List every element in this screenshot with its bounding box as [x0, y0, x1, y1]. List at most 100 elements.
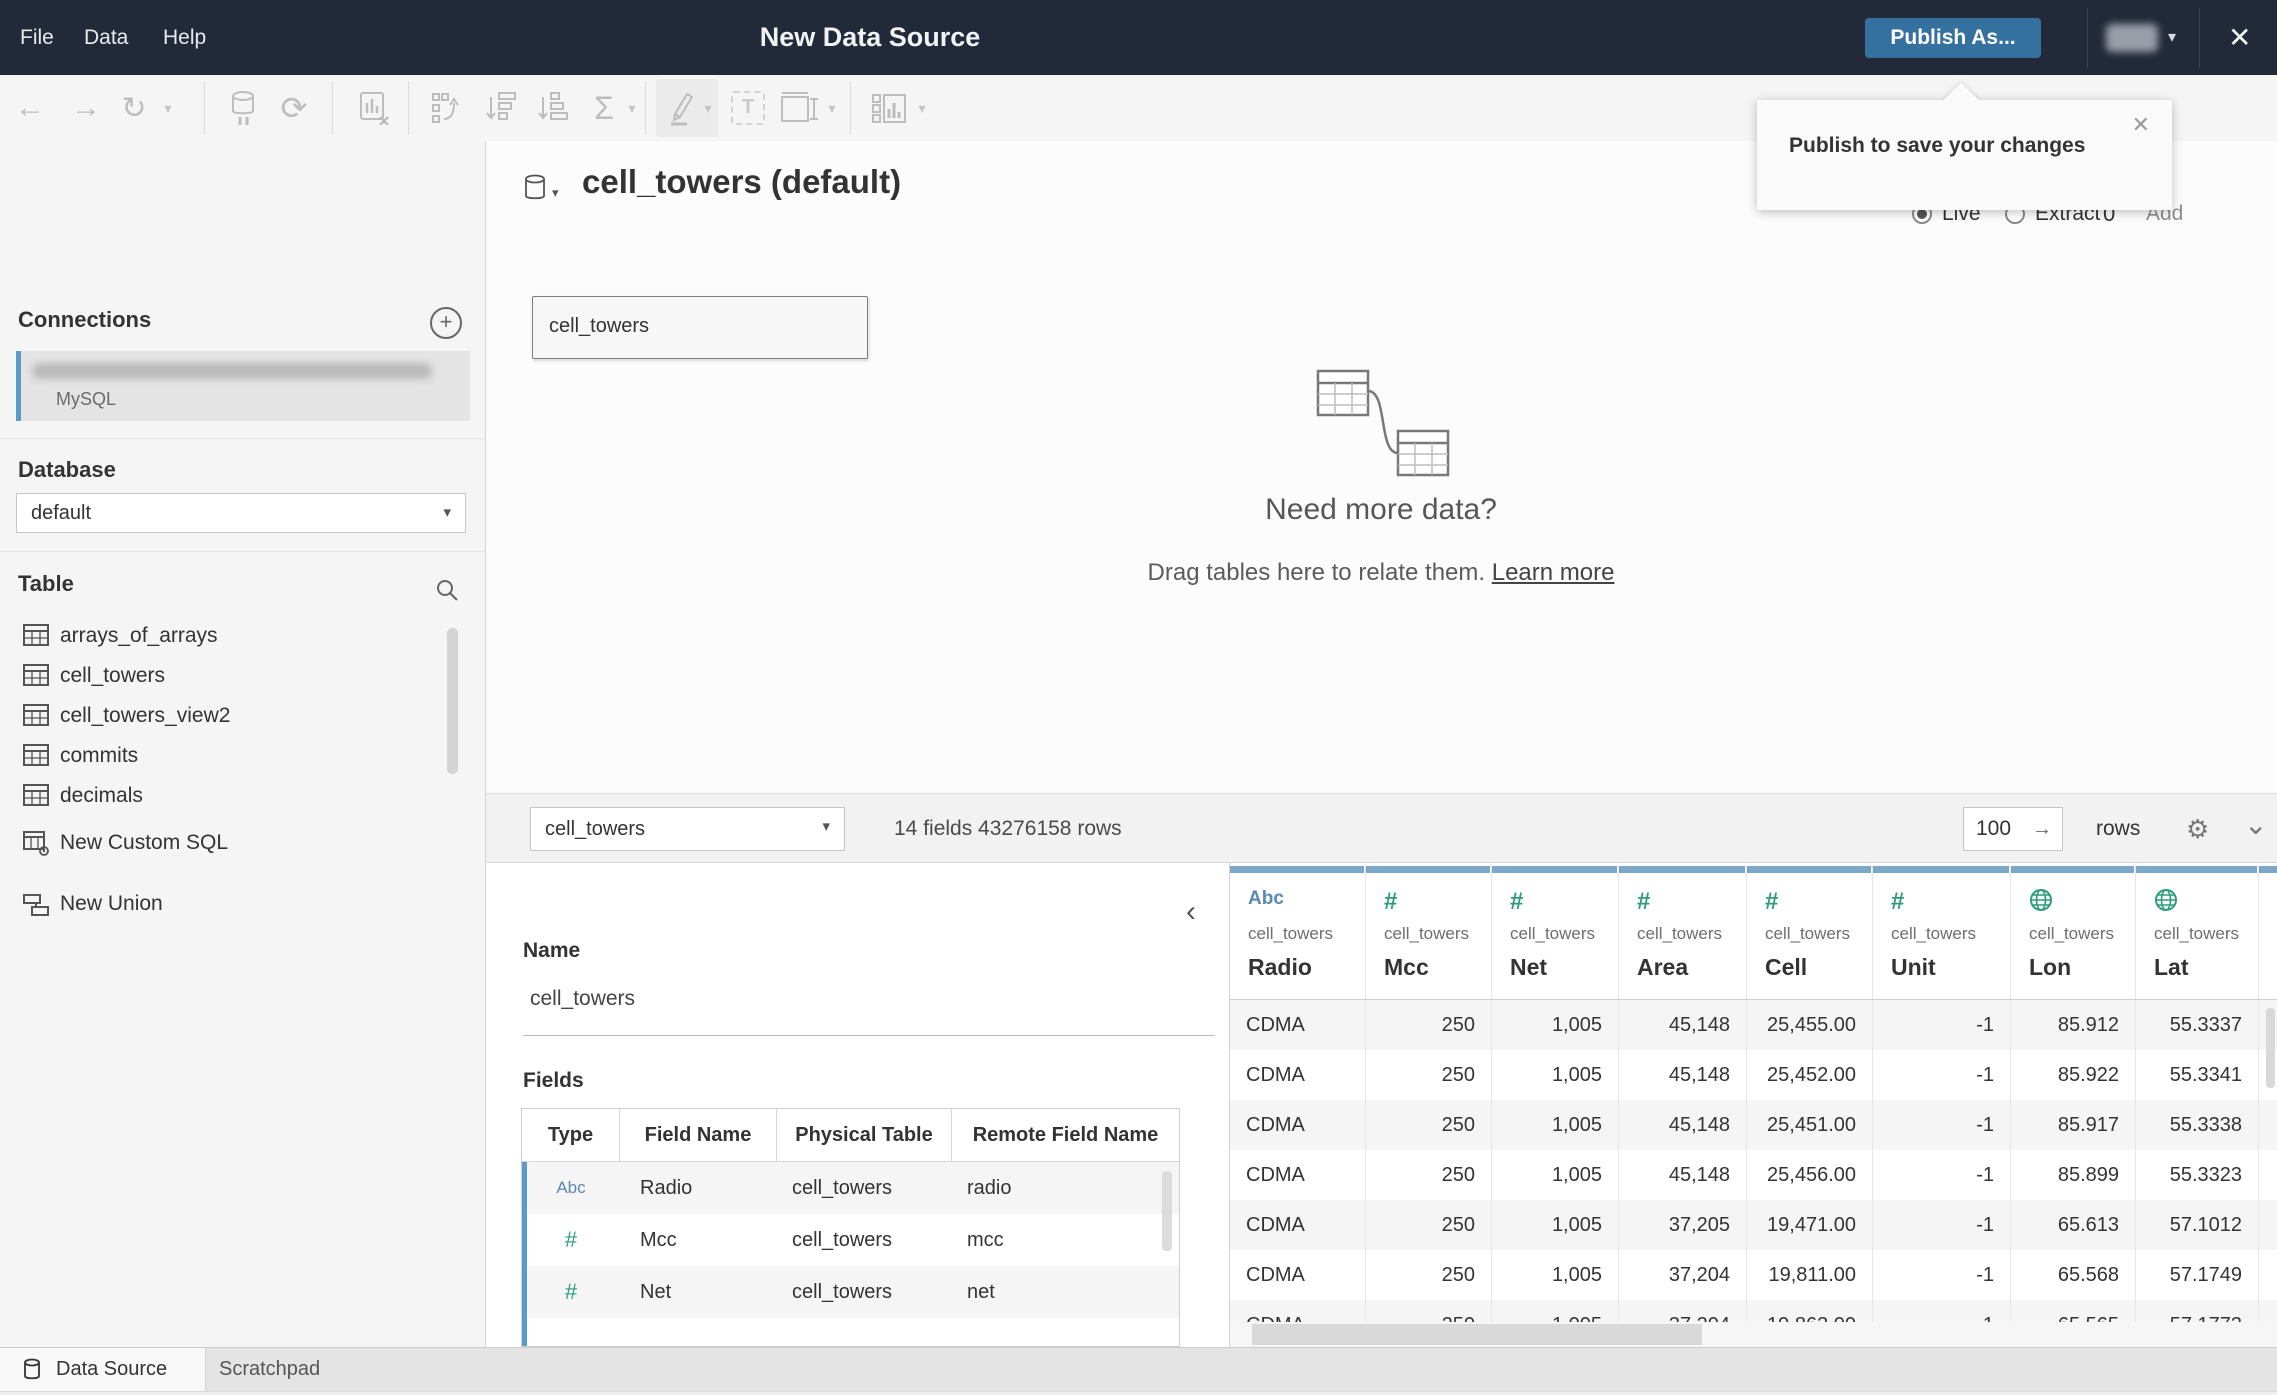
grid-column-partial[interactable] — [2259, 866, 2277, 999]
totals-caret-icon[interactable]: ▾ — [622, 82, 638, 134]
undo-icon[interactable]: ← — [8, 82, 52, 134]
table-select[interactable]: cell_towers ▾ — [530, 807, 845, 851]
data-source-pause-icon[interactable] — [222, 82, 266, 134]
grid-column-net[interactable]: # cell_towers Net — [1492, 866, 1619, 999]
table-icon — [23, 664, 49, 686]
text-tool-icon[interactable]: T — [726, 82, 770, 134]
grid-row[interactable]: CDMA 250 1,005 37,204 19,811.00 -1 65.56… — [1230, 1250, 2277, 1300]
grid-row[interactable]: CDMA 250 1,005 37,205 19,471.00 -1 65.61… — [1230, 1200, 2277, 1250]
user-menu-caret-icon[interactable]: ▾ — [2168, 0, 2176, 75]
grid-column-lat[interactable]: cell_towers Lat — [2136, 866, 2259, 999]
database-select-value: default — [31, 502, 92, 524]
number-type-icon: # — [1637, 888, 1651, 915]
sidebar-scrollbar[interactable] — [447, 628, 458, 774]
grid-column-mcc[interactable]: # cell_towers Mcc — [1366, 866, 1492, 999]
tooltip-text: Publish to save your changes — [1789, 134, 2086, 157]
publish-as-button[interactable]: Publish As... — [1865, 18, 2041, 58]
clear-sheet-glyph — [360, 92, 389, 125]
sidebar-item-decimals[interactable]: decimals — [0, 776, 440, 816]
search-icon[interactable] — [434, 577, 460, 603]
highlight-pen-icon[interactable] — [660, 82, 700, 134]
add-connection-icon[interactable]: + — [430, 307, 462, 339]
grid-column-radio[interactable]: Abc cell_towers Radio — [1230, 866, 1366, 999]
grid-column-cell[interactable]: # cell_towers Cell — [1747, 866, 1873, 999]
grid-row[interactable]: CDMA 250 1,005 45,148 25,452.00 -1 85.92… — [1230, 1050, 2277, 1100]
table-node-cell-towers[interactable]: cell_towers — [532, 296, 868, 359]
name-field[interactable]: cell_towers — [530, 987, 635, 1011]
sidebar-item-commits[interactable]: commits — [0, 736, 440, 776]
collapse-panel-icon[interactable]: ‹ — [1186, 895, 1196, 929]
fit-caret-icon[interactable]: ▾ — [822, 82, 838, 134]
number-type-icon: # — [1510, 888, 1524, 915]
field-row-mcc[interactable]: # Mcc cell_towers mcc — [522, 1214, 1179, 1266]
grid-row[interactable]: CDMA 250 1,005 45,148 25,456.00 -1 85.89… — [1230, 1150, 2277, 1200]
connections-heading: Connections — [18, 307, 152, 332]
replay-icon[interactable]: ↻ — [112, 82, 156, 134]
name-field-underline — [523, 1035, 1215, 1036]
group-members-icon[interactable] — [424, 82, 468, 134]
show-me-caret-icon[interactable]: ▾ — [912, 82, 928, 134]
new-union-button[interactable]: New Union — [0, 886, 440, 926]
sidebar-item-cell-towers[interactable]: cell_towers — [0, 656, 440, 696]
table-select-value: cell_towers — [545, 818, 646, 840]
database-select[interactable]: default ▾ — [16, 493, 466, 533]
table-icon — [23, 624, 49, 646]
number-type-icon: # — [1891, 888, 1905, 915]
sidebar-item-cell-towers-view2[interactable]: cell_towers_view2 — [0, 696, 440, 736]
toolbar-separator — [332, 81, 333, 135]
column-accent-bar — [2011, 866, 2134, 873]
menu-data[interactable]: Data — [84, 0, 128, 75]
toolbar-separator — [850, 81, 851, 135]
replay-caret-icon[interactable]: ▾ — [158, 82, 174, 134]
table-icon — [23, 744, 49, 766]
connection-item[interactable]: MySQL — [16, 351, 470, 421]
tooltip-close-icon[interactable]: ✕ — [2132, 112, 2150, 138]
field-row-net[interactable]: # Net cell_towers net — [522, 1266, 1179, 1318]
totals-icon[interactable]: Σ — [584, 82, 624, 134]
new-custom-sql-button[interactable]: New Custom SQL — [0, 825, 440, 865]
learn-more-link[interactable]: Learn more — [1492, 559, 1615, 586]
apply-row-count-icon[interactable]: → — [2032, 808, 2052, 850]
data-source-title: cell_towers (default) — [582, 163, 902, 200]
clear-sheet-icon[interactable] — [352, 82, 396, 134]
tab-data-source[interactable]: Data Source — [0, 1348, 206, 1391]
field-row-partial[interactable] — [522, 1318, 1179, 1346]
fields-table: Type Field Name Physical Table Remote Fi… — [521, 1108, 1180, 1347]
table-icon — [23, 784, 49, 806]
name-label: Name — [523, 939, 581, 962]
field-row-radio[interactable]: Abc Radio cell_towers radio — [522, 1162, 1179, 1214]
tab-scratchpad[interactable]: Scratchpad — [205, 1348, 605, 1391]
grid-row[interactable]: CDMA 250 1,005 45,148 25,451.00 -1 85.91… — [1230, 1100, 2277, 1150]
menu-file[interactable]: File — [20, 0, 54, 75]
grid-row[interactable]: CDMA 250 1,005 45,148 25,455.00 -1 85.91… — [1230, 1000, 2277, 1050]
sort-ascending-icon[interactable] — [478, 82, 522, 134]
gear-icon[interactable]: ⚙ — [2186, 794, 2209, 864]
grid-column-area[interactable]: # cell_towers Area — [1619, 866, 1747, 999]
row-accent-bar — [522, 1318, 527, 1346]
close-icon[interactable]: ✕ — [2228, 0, 2251, 75]
grid-horizontal-scrollbar[interactable] — [1252, 1324, 1702, 1345]
grid-column-lon[interactable]: cell_towers Lon — [2011, 866, 2136, 999]
chevron-down-icon[interactable]: ⌄ — [2244, 790, 2267, 860]
relate-tables-illustration — [1316, 369, 1451, 484]
metadata-panel: ‹ Name cell_towers Fields Type Field Nam… — [486, 863, 1230, 1347]
fields-table-scrollbar[interactable] — [1162, 1171, 1172, 1251]
grid-vertical-scrollbar[interactable] — [2266, 1008, 2275, 1088]
row-count-input[interactable]: 100 → — [1963, 807, 2063, 851]
data-source-caret-icon[interactable]: ▾ — [552, 185, 559, 201]
refresh-icon[interactable]: ⟳ — [272, 82, 316, 134]
rows-label: rows — [2096, 817, 2141, 840]
connection-name-redacted — [32, 363, 432, 379]
highlight-caret-icon[interactable]: ▾ — [698, 82, 714, 134]
menu-help[interactable]: Help — [163, 0, 206, 75]
select-caret-icon: ▾ — [822, 818, 830, 835]
show-me-panel-icon[interactable] — [866, 82, 912, 134]
data-source-cylinder-icon[interactable] — [523, 174, 549, 204]
user-avatar[interactable] — [2106, 24, 2158, 52]
grid-column-unit[interactable]: # cell_towers Unit — [1873, 866, 2011, 999]
sidebar-item-arrays-of-arrays[interactable]: arrays_of_arrays — [0, 616, 440, 656]
fit-width-icon[interactable] — [776, 82, 822, 134]
forward-icon[interactable]: → — [64, 82, 108, 134]
sort-descending-icon[interactable] — [530, 82, 574, 134]
column-accent-bar — [2136, 866, 2257, 873]
